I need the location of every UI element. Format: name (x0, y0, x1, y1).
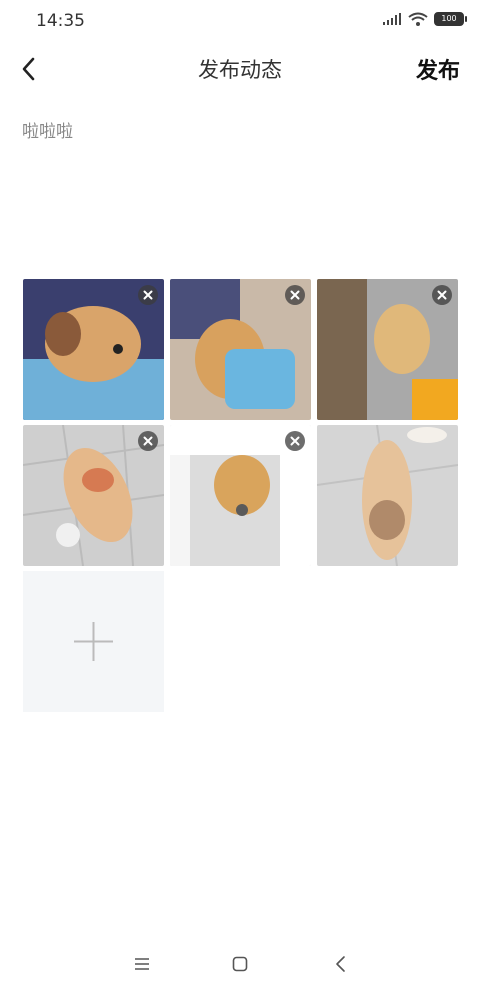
remove-photo-button[interactable] (285, 431, 305, 451)
remove-photo-button[interactable] (138, 431, 158, 451)
header-bar: 发布动态 发布 (0, 40, 480, 98)
photo-item[interactable] (170, 425, 311, 566)
photo-item[interactable] (23, 279, 164, 420)
menu-icon (135, 958, 149, 970)
close-icon (143, 290, 153, 300)
home-nav-button[interactable] (229, 953, 251, 975)
wifi-icon (408, 12, 428, 26)
plus-icon (74, 622, 113, 661)
back-triangle-icon (336, 956, 345, 972)
page-title: 发布动态 (198, 58, 282, 82)
battery-icon: 100 (434, 12, 467, 26)
add-photo-button[interactable] (23, 571, 164, 712)
status-icons: 100 (382, 12, 467, 26)
signal-icon (383, 13, 401, 25)
remove-photo-button[interactable] (432, 285, 452, 305)
post-text-input[interactable]: 啦啦啦 (22, 117, 73, 142)
photo-item[interactable] (317, 279, 458, 420)
dog-photo-icon (317, 425, 458, 566)
photo-item[interactable] (317, 425, 458, 566)
status-bar: 14:35 100 (0, 0, 480, 40)
photo-item[interactable] (23, 425, 164, 566)
back-nav-button[interactable] (330, 953, 352, 975)
close-icon (290, 290, 300, 300)
close-icon (437, 290, 447, 300)
photo-item[interactable] (170, 279, 311, 420)
menu-nav-button[interactable] (131, 953, 153, 975)
close-icon (143, 436, 153, 446)
status-time: 14:35 (36, 11, 85, 31)
remove-photo-button[interactable] (138, 285, 158, 305)
remove-photo-button[interactable] (285, 285, 305, 305)
home-square-icon (232, 956, 248, 972)
close-icon (290, 436, 300, 446)
system-nav-bar (0, 937, 480, 993)
publish-button[interactable]: 发布 (416, 53, 460, 85)
